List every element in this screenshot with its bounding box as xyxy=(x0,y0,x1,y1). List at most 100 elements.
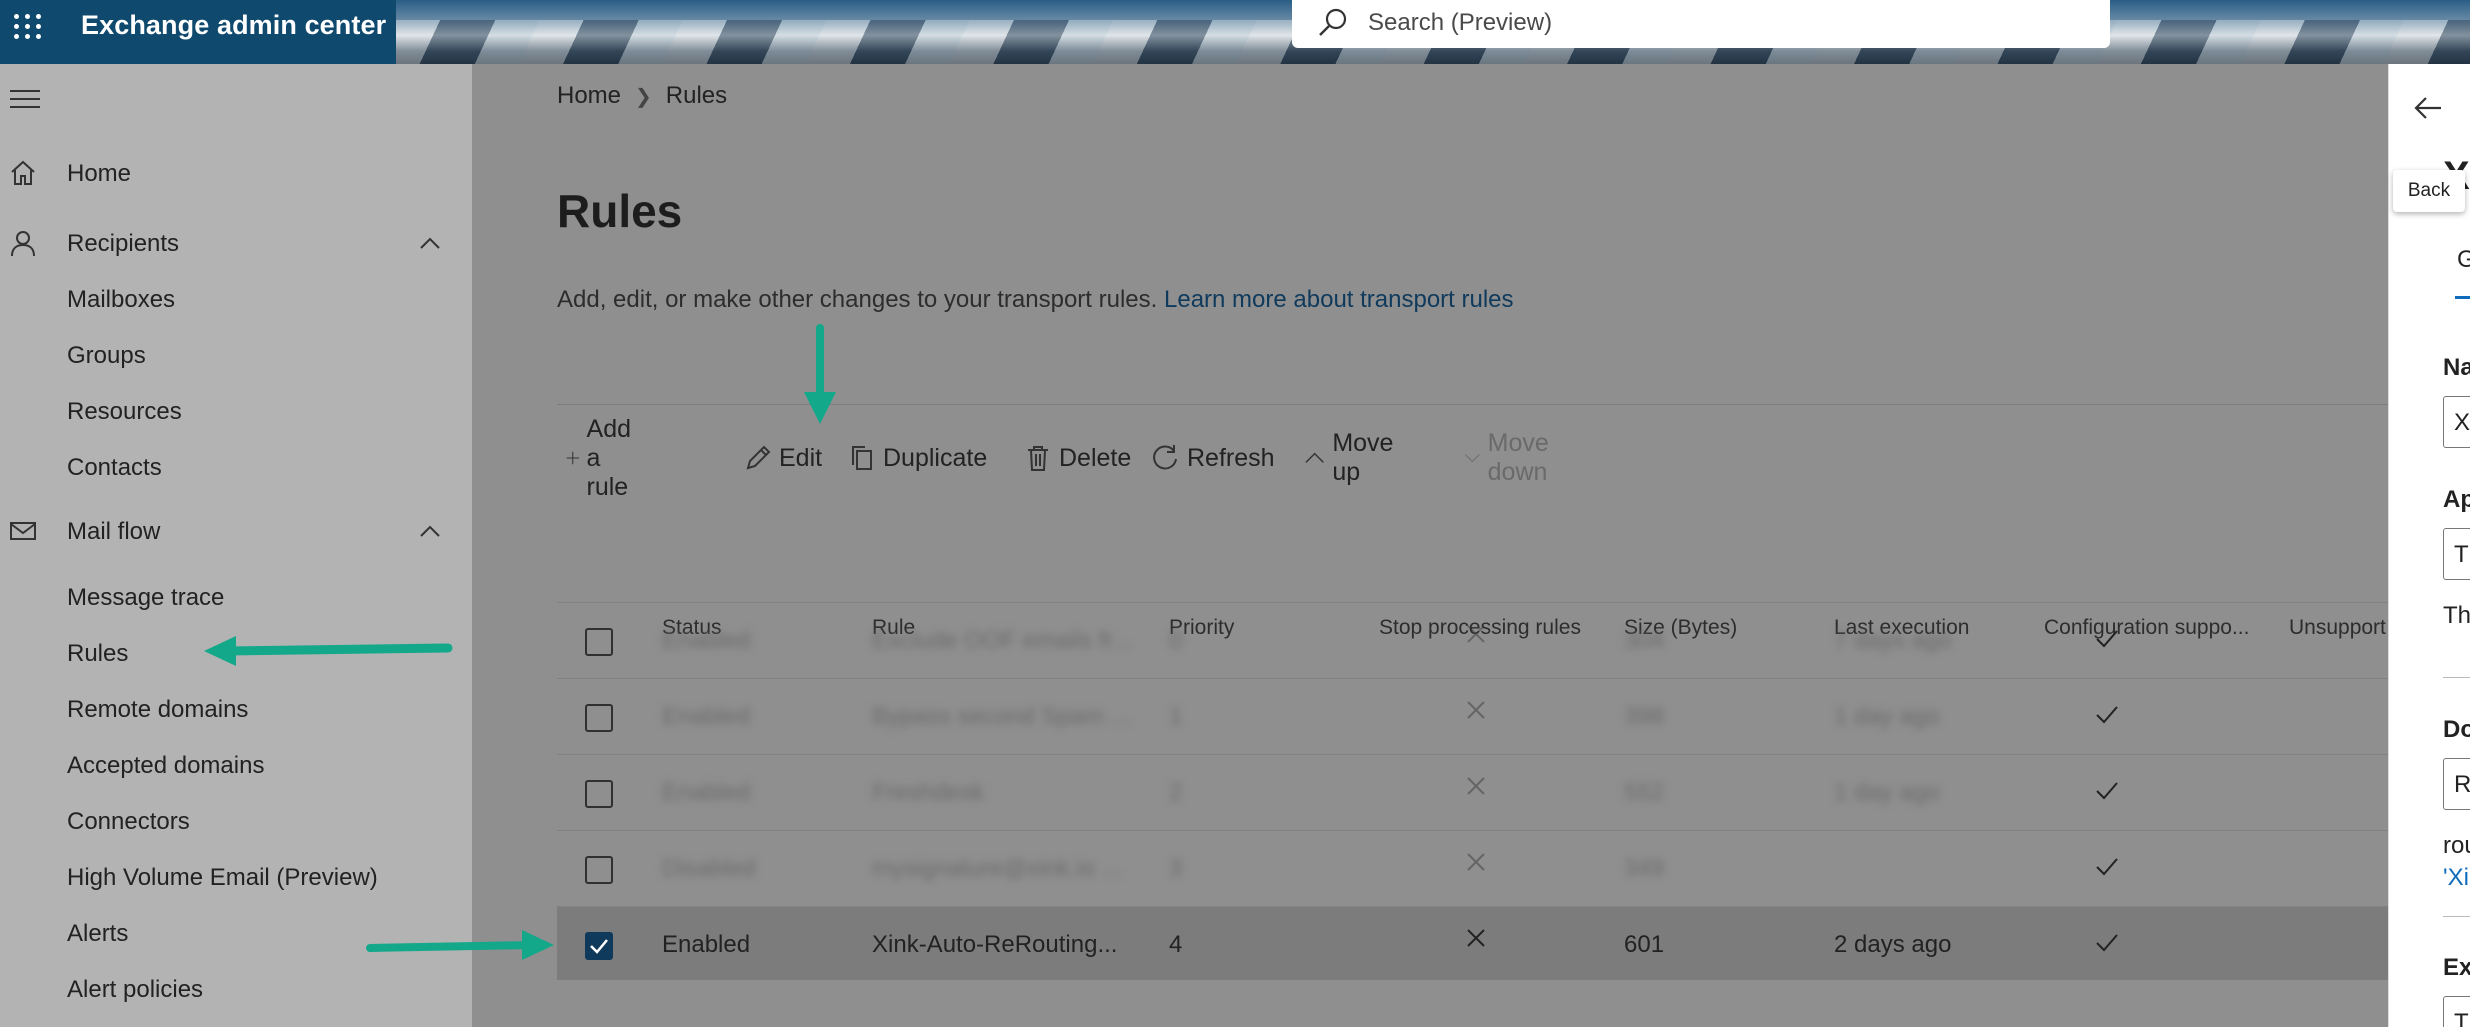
main-content: Home ❯ Rules Rules Add, edit, or make othe… xyxy=(472,64,2407,1027)
apply-field[interactable]: T xyxy=(2443,528,2470,580)
nav-sub-resources[interactable]: Resources xyxy=(67,398,182,426)
field-label-do: Do xyxy=(2443,716,2470,743)
search-icon xyxy=(1319,8,1347,36)
add-icon xyxy=(566,451,579,465)
apply-field-value: T xyxy=(2454,541,2469,568)
field-label-except: Exc xyxy=(2443,954,2470,981)
cell-status: Enabled xyxy=(662,627,751,654)
nav-sub-high-volume-email[interactable]: High Volume Email (Preview) xyxy=(67,864,378,892)
breadcrumb-home[interactable]: Home xyxy=(557,82,621,109)
nav-item-label: Recipients xyxy=(67,230,180,257)
edit-button[interactable]: Edit xyxy=(743,428,822,488)
field-label-apply: Ap xyxy=(2443,486,2470,513)
cell-last-execution: 7 days ago xyxy=(1834,627,1952,654)
duplicate-button[interactable]: Duplicate xyxy=(847,428,987,488)
close-x-icon xyxy=(1467,777,1485,795)
app-launcher-icon[interactable] xyxy=(10,10,41,40)
search-input[interactable]: Search (Preview) xyxy=(1368,9,1552,37)
cell-size: 552 xyxy=(1624,779,1665,806)
annotation-arrow-edit xyxy=(804,324,836,424)
trash-icon xyxy=(1028,446,1048,471)
cell-last-execution: 1 day ago xyxy=(1834,779,1940,806)
edit-label: Edit xyxy=(779,443,823,472)
nav-sub-alert-policies[interactable]: Alert policies xyxy=(67,976,203,1004)
row-checkbox[interactable] xyxy=(585,704,613,732)
field-label-name: Na xyxy=(2443,354,2470,381)
nav-sub-groups[interactable]: Groups xyxy=(67,342,146,370)
table-row[interactable]: Disabled mysignature@xink.io ... 3 349 xyxy=(557,830,2407,904)
checkmark-icon xyxy=(2096,782,2118,800)
checkmark-icon xyxy=(2096,858,2118,876)
row-checkbox-checked[interactable] xyxy=(585,932,613,960)
chevron-up-icon xyxy=(1305,452,1324,463)
except-field[interactable]: T xyxy=(2443,996,2470,1027)
cell-priority: 0 xyxy=(1169,627,1183,654)
cell-rule: Freshdesk xyxy=(872,779,985,806)
except-field-value: T xyxy=(2454,1009,2469,1027)
move-down-button[interactable]: Move down xyxy=(1463,428,1562,488)
nav-item-recipients[interactable]: Recipients xyxy=(0,216,472,272)
annotation-arrow-selected-row xyxy=(366,930,554,960)
apply-description: Th xyxy=(2443,602,2470,629)
refresh-icon xyxy=(1153,445,1177,470)
nav-sub-remote-domains[interactable]: Remote domains xyxy=(67,696,248,724)
cell-priority: 2 xyxy=(1169,779,1183,806)
edit-pencil-icon xyxy=(746,445,771,470)
cell-rule: Exclude OOF emails fr... xyxy=(872,627,1133,654)
name-field[interactable]: X xyxy=(2443,396,2470,448)
nav-item-mail-flow[interactable]: Mail flow xyxy=(0,504,472,560)
table-row[interactable]: Enabled Bypass second Spam ... 1 398 1 d… xyxy=(557,678,2407,752)
do-description-link[interactable]: 'Xi xyxy=(2443,864,2469,892)
chevron-down-icon xyxy=(1464,454,1480,463)
chevron-up-icon[interactable] xyxy=(418,520,442,544)
nav-sub-message-trace[interactable]: Message trace xyxy=(67,584,224,612)
left-nav: Home Recipients Mailboxes Groups Resourc… xyxy=(0,64,472,1027)
close-x-icon xyxy=(1467,625,1485,643)
move-up-label: Move up xyxy=(1332,429,1394,486)
hamburger-menu-icon[interactable] xyxy=(10,90,40,112)
cell-status: Enabled xyxy=(662,779,751,806)
move-down-label: Move down xyxy=(1487,429,1549,486)
nav-item-home[interactable]: Home xyxy=(0,146,472,202)
cell-priority: 3 xyxy=(1169,855,1183,882)
checkmark-icon xyxy=(2096,706,2118,724)
refresh-label: Refresh xyxy=(1187,443,1275,472)
tab-general[interactable]: G xyxy=(2457,246,2470,274)
close-x-icon xyxy=(1467,701,1485,719)
table-row[interactable]: Enabled Exclude OOF emails fr... 0 304 7… xyxy=(557,602,2407,676)
table-row-selected[interactable]: Enabled Xink-Auto-ReRouting... 4 601 2 d… xyxy=(557,906,2407,980)
nav-sub-mailboxes[interactable]: Mailboxes xyxy=(67,286,175,314)
table-row[interactable]: Enabled Freshdesk 2 552 1 day ago xyxy=(557,754,2407,828)
add-rule-button[interactable]: Add a rule xyxy=(565,415,645,501)
panel-divider xyxy=(2443,916,2470,917)
nav-sub-rules[interactable]: Rules xyxy=(67,640,128,668)
nav-sub-connectors[interactable]: Connectors xyxy=(67,808,190,836)
cell-status: Disabled xyxy=(662,855,756,882)
refresh-button[interactable]: Refresh xyxy=(1149,428,1275,488)
row-checkbox[interactable] xyxy=(585,780,613,808)
nav-item-label: Home xyxy=(67,160,132,187)
delete-button[interactable]: Delete xyxy=(1023,428,1131,488)
cell-last-execution: 2 days ago xyxy=(1834,931,1952,958)
do-field-value: R xyxy=(2454,771,2470,798)
do-field[interactable]: R xyxy=(2443,758,2470,810)
duplicate-label: Duplicate xyxy=(883,443,988,472)
rule-details-panel: X Back G Na X Ap T Th Do R rou 'Xi Exc T xyxy=(2388,64,2470,1027)
name-field-value: X xyxy=(2454,409,2470,436)
nav-sub-accepted-domains[interactable]: Accepted domains xyxy=(67,752,264,780)
back-arrow-icon[interactable] xyxy=(2413,92,2445,124)
cell-rule[interactable]: Xink-Auto-ReRouting... xyxy=(872,931,1117,959)
nav-sub-alerts[interactable]: Alerts xyxy=(67,920,128,948)
app-title[interactable]: Exchange admin center xyxy=(81,10,386,41)
nav-sub-contacts[interactable]: Contacts xyxy=(67,454,162,482)
search-box[interactable]: Search (Preview) xyxy=(1292,0,2110,48)
do-description: rou xyxy=(2443,832,2470,859)
learn-more-link[interactable]: Learn more about transport rules xyxy=(1164,286,1514,313)
row-checkbox[interactable] xyxy=(585,628,613,656)
row-checkbox[interactable] xyxy=(585,856,613,884)
breadcrumb-current: Rules xyxy=(665,82,728,109)
chevron-up-icon[interactable] xyxy=(418,232,442,256)
move-up-button[interactable]: Move up xyxy=(1303,428,1402,488)
page-title: Rules xyxy=(557,185,683,237)
page-description: Add, edit, or make other changes to your… xyxy=(557,286,1514,314)
